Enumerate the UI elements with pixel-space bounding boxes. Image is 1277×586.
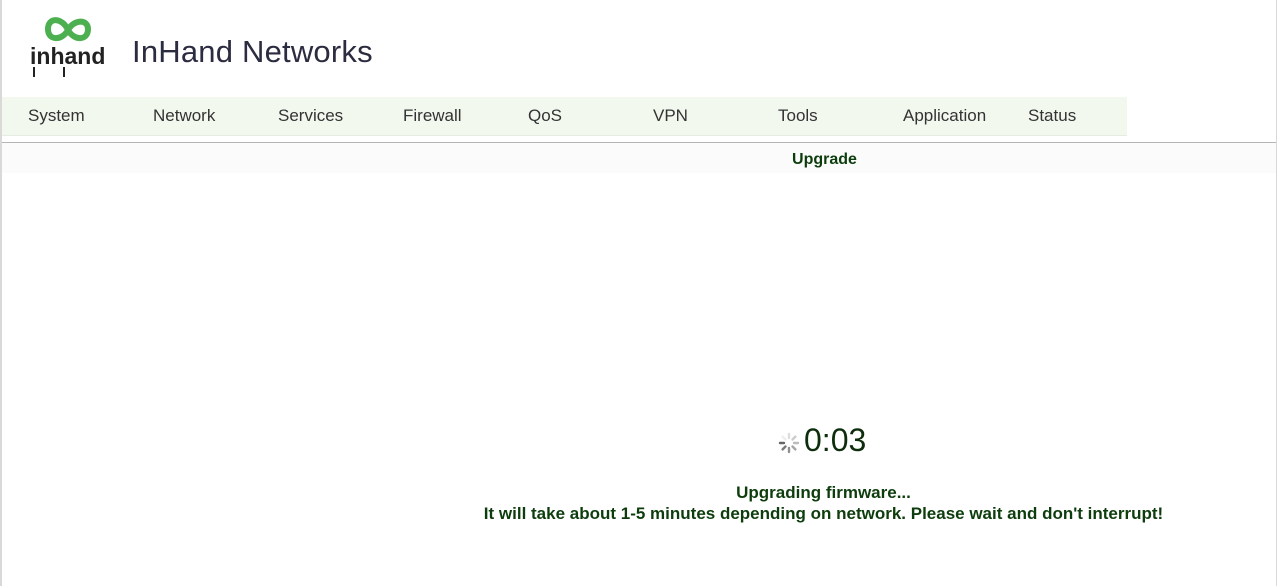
- logo-wordmark: inhand: [30, 43, 105, 77]
- upgrade-status-text: Upgrading firmware...: [736, 483, 911, 502]
- loading-spinner-icon: [778, 432, 800, 454]
- nav-item-network[interactable]: Network: [153, 97, 215, 135]
- page-title-bar: Upgrade: [2, 143, 1276, 173]
- header: inhand InHand Networks: [0, 0, 1277, 97]
- nav-item-system[interactable]: System: [28, 97, 85, 135]
- inhand-logo: inhand: [30, 12, 110, 80]
- nav-item-status[interactable]: Status: [1028, 97, 1076, 135]
- upgrade-notice-text: It will take about 1-5 minutes depending…: [483, 504, 1164, 523]
- brand-title: InHand Networks: [132, 34, 373, 69]
- nav-item-tools[interactable]: Tools: [778, 97, 818, 135]
- nav-item-application[interactable]: Application: [903, 97, 986, 135]
- elapsed-time: 0:03: [804, 422, 867, 458]
- nav-item-qos[interactable]: QoS: [528, 97, 562, 135]
- main-nav: System Network Services Firewall QoS VPN…: [2, 97, 1127, 136]
- svg-text:inhand: inhand: [30, 43, 105, 69]
- nav-item-services[interactable]: Services: [278, 97, 343, 135]
- nav-item-firewall[interactable]: Firewall: [403, 97, 462, 135]
- page-title: Upgrade: [792, 151, 857, 168]
- nav-item-vpn[interactable]: VPN: [653, 97, 688, 135]
